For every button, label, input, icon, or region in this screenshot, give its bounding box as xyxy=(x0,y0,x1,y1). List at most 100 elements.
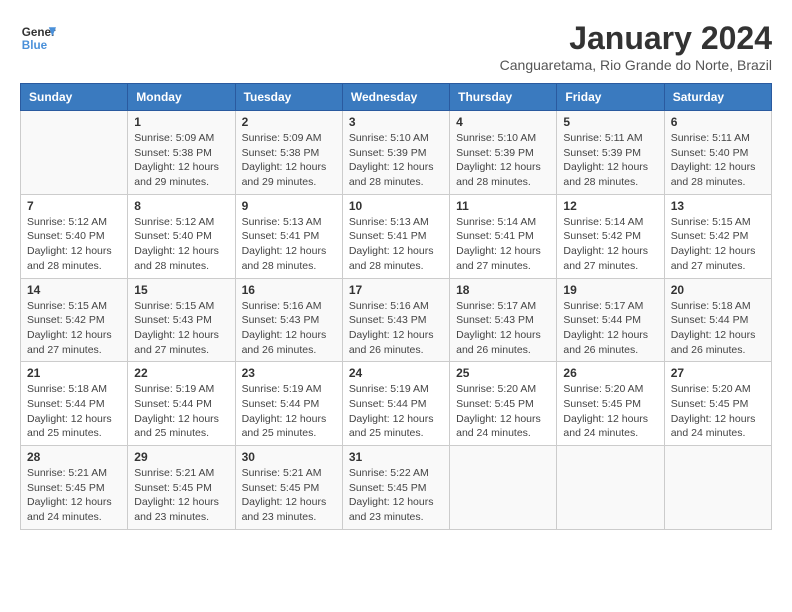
day-info: Sunrise: 5:15 AM Sunset: 5:43 PM Dayligh… xyxy=(134,299,228,358)
col-header-wednesday: Wednesday xyxy=(342,84,449,111)
calendar-cell: 25 Sunrise: 5:20 AM Sunset: 5:45 PM Dayli… xyxy=(450,362,557,446)
day-info: Sunrise: 5:11 AM Sunset: 5:40 PM Dayligh… xyxy=(671,131,765,190)
day-number: 30 xyxy=(242,450,336,464)
day-number: 25 xyxy=(456,366,550,380)
calendar-cell: 3Sunrise: 5:10 AM Sunset: 5:39 PM Daylig… xyxy=(342,111,449,195)
calendar-cell: 4 Sunrise: 5:10 AM Sunset: 5:39 PM Daylig… xyxy=(450,111,557,195)
calendar-cell: 28 Sunrise: 5:21 AM Sunset: 5:45 PM Dayli… xyxy=(21,446,128,530)
day-info: Sunrise: 5:10 AM Sunset: 5:39 PM Dayligh… xyxy=(349,131,443,190)
day-info: Sunrise: 5:09 AM Sunset: 5:38 PM Dayligh… xyxy=(242,131,336,190)
day-number: 5 xyxy=(563,115,657,129)
day-number: 9 xyxy=(242,199,336,213)
col-header-thursday: Thursday xyxy=(450,84,557,111)
calendar-cell xyxy=(664,446,771,530)
day-info: Sunrise: 5:20 AM Sunset: 5:45 PM Dayligh… xyxy=(671,382,765,441)
day-number: 15 xyxy=(134,283,228,297)
calendar-cell xyxy=(557,446,664,530)
calendar-cell: 29Sunrise: 5:21 AM Sunset: 5:45 PM Dayli… xyxy=(128,446,235,530)
calendar-week-row: 14 Sunrise: 5:15 AM Sunset: 5:42 PM Dayli… xyxy=(21,278,772,362)
calendar-cell: 1 Sunrise: 5:09 AM Sunset: 5:38 PM Daylig… xyxy=(128,111,235,195)
day-info: Sunrise: 5:12 AM Sunset: 5:40 PM Dayligh… xyxy=(27,215,121,274)
day-number: 21 xyxy=(27,366,121,380)
day-info: Sunrise: 5:15 AM Sunset: 5:42 PM Dayligh… xyxy=(27,299,121,358)
calendar-cell: 17Sunrise: 5:16 AM Sunset: 5:43 PM Dayli… xyxy=(342,278,449,362)
day-number: 6 xyxy=(671,115,765,129)
day-info: Sunrise: 5:14 AM Sunset: 5:41 PM Dayligh… xyxy=(456,215,550,274)
day-info: Sunrise: 5:21 AM Sunset: 5:45 PM Dayligh… xyxy=(134,466,228,525)
day-info: Sunrise: 5:20 AM Sunset: 5:45 PM Dayligh… xyxy=(456,382,550,441)
day-number: 4 xyxy=(456,115,550,129)
day-number: 1 xyxy=(134,115,228,129)
calendar-cell: 5 Sunrise: 5:11 AM Sunset: 5:39 PM Daylig… xyxy=(557,111,664,195)
day-info: Sunrise: 5:21 AM Sunset: 5:45 PM Dayligh… xyxy=(242,466,336,525)
day-info: Sunrise: 5:17 AM Sunset: 5:44 PM Dayligh… xyxy=(563,299,657,358)
calendar-week-row: 1 Sunrise: 5:09 AM Sunset: 5:38 PM Daylig… xyxy=(21,111,772,195)
calendar-table: SundayMondayTuesdayWednesdayThursdayFrid… xyxy=(20,83,772,530)
day-info: Sunrise: 5:17 AM Sunset: 5:43 PM Dayligh… xyxy=(456,299,550,358)
day-info: Sunrise: 5:18 AM Sunset: 5:44 PM Dayligh… xyxy=(671,299,765,358)
calendar-cell: 19 Sunrise: 5:17 AM Sunset: 5:44 PM Dayli… xyxy=(557,278,664,362)
day-info: Sunrise: 5:19 AM Sunset: 5:44 PM Dayligh… xyxy=(242,382,336,441)
day-number: 16 xyxy=(242,283,336,297)
day-number: 19 xyxy=(563,283,657,297)
day-number: 31 xyxy=(349,450,443,464)
day-info: Sunrise: 5:10 AM Sunset: 5:39 PM Dayligh… xyxy=(456,131,550,190)
calendar-week-row: 21 Sunrise: 5:18 AM Sunset: 5:44 PM Dayli… xyxy=(21,362,772,446)
day-number: 18 xyxy=(456,283,550,297)
svg-text:Blue: Blue xyxy=(22,39,48,52)
col-header-sunday: Sunday xyxy=(21,84,128,111)
day-info: Sunrise: 5:20 AM Sunset: 5:45 PM Dayligh… xyxy=(563,382,657,441)
calendar-cell: 11Sunrise: 5:14 AM Sunset: 5:41 PM Dayli… xyxy=(450,194,557,278)
day-number: 10 xyxy=(349,199,443,213)
day-info: Sunrise: 5:14 AM Sunset: 5:42 PM Dayligh… xyxy=(563,215,657,274)
day-info: Sunrise: 5:13 AM Sunset: 5:41 PM Dayligh… xyxy=(349,215,443,274)
day-info: Sunrise: 5:19 AM Sunset: 5:44 PM Dayligh… xyxy=(349,382,443,441)
col-header-monday: Monday xyxy=(128,84,235,111)
day-info: Sunrise: 5:09 AM Sunset: 5:38 PM Dayligh… xyxy=(134,131,228,190)
day-number: 23 xyxy=(242,366,336,380)
day-info: Sunrise: 5:16 AM Sunset: 5:43 PM Dayligh… xyxy=(242,299,336,358)
day-info: Sunrise: 5:21 AM Sunset: 5:45 PM Dayligh… xyxy=(27,466,121,525)
calendar-week-row: 28 Sunrise: 5:21 AM Sunset: 5:45 PM Dayli… xyxy=(21,446,772,530)
day-info: Sunrise: 5:11 AM Sunset: 5:39 PM Dayligh… xyxy=(563,131,657,190)
calendar-header-row: SundayMondayTuesdayWednesdayThursdayFrid… xyxy=(21,84,772,111)
calendar-cell: 10 Sunrise: 5:13 AM Sunset: 5:41 PM Dayli… xyxy=(342,194,449,278)
day-info: Sunrise: 5:12 AM Sunset: 5:40 PM Dayligh… xyxy=(134,215,228,274)
calendar-cell: 6 Sunrise: 5:11 AM Sunset: 5:40 PM Daylig… xyxy=(664,111,771,195)
calendar-cell xyxy=(21,111,128,195)
calendar-cell: 7 Sunrise: 5:12 AM Sunset: 5:40 PM Daylig… xyxy=(21,194,128,278)
day-number: 14 xyxy=(27,283,121,297)
calendar-week-row: 7 Sunrise: 5:12 AM Sunset: 5:40 PM Daylig… xyxy=(21,194,772,278)
calendar-cell: 22Sunrise: 5:19 AM Sunset: 5:44 PM Dayli… xyxy=(128,362,235,446)
day-number: 7 xyxy=(27,199,121,213)
logo-icon: General Blue xyxy=(20,20,56,56)
day-number: 28 xyxy=(27,450,121,464)
day-info: Sunrise: 5:18 AM Sunset: 5:44 PM Dayligh… xyxy=(27,382,121,441)
calendar-cell: 21 Sunrise: 5:18 AM Sunset: 5:44 PM Dayli… xyxy=(21,362,128,446)
day-number: 12 xyxy=(563,199,657,213)
day-number: 8 xyxy=(134,199,228,213)
location-title: Canguaretama, Rio Grande do Norte, Brazi… xyxy=(500,57,772,73)
title-block: January 2024 Canguaretama, Rio Grande do… xyxy=(500,20,772,73)
calendar-cell: 16 Sunrise: 5:16 AM Sunset: 5:43 PM Dayli… xyxy=(235,278,342,362)
calendar-cell: 14 Sunrise: 5:15 AM Sunset: 5:42 PM Dayli… xyxy=(21,278,128,362)
calendar-cell: 30 Sunrise: 5:21 AM Sunset: 5:45 PM Dayli… xyxy=(235,446,342,530)
calendar-cell: 8 Sunrise: 5:12 AM Sunset: 5:40 PM Daylig… xyxy=(128,194,235,278)
calendar-cell: 15 Sunrise: 5:15 AM Sunset: 5:43 PM Dayli… xyxy=(128,278,235,362)
day-info: Sunrise: 5:13 AM Sunset: 5:41 PM Dayligh… xyxy=(242,215,336,274)
day-info: Sunrise: 5:19 AM Sunset: 5:44 PM Dayligh… xyxy=(134,382,228,441)
col-header-tuesday: Tuesday xyxy=(235,84,342,111)
calendar-cell: 31 Sunrise: 5:22 AM Sunset: 5:45 PM Dayli… xyxy=(342,446,449,530)
calendar-cell: 18 Sunrise: 5:17 AM Sunset: 5:43 PM Dayli… xyxy=(450,278,557,362)
calendar-cell: 23 Sunrise: 5:19 AM Sunset: 5:44 PM Dayli… xyxy=(235,362,342,446)
day-number: 2 xyxy=(242,115,336,129)
day-number: 20 xyxy=(671,283,765,297)
day-info: Sunrise: 5:15 AM Sunset: 5:42 PM Dayligh… xyxy=(671,215,765,274)
day-info: Sunrise: 5:22 AM Sunset: 5:45 PM Dayligh… xyxy=(349,466,443,525)
day-number: 13 xyxy=(671,199,765,213)
calendar-cell: 26Sunrise: 5:20 AM Sunset: 5:45 PM Dayli… xyxy=(557,362,664,446)
page-header: General Blue January 2024 Canguaretama, … xyxy=(20,20,772,73)
calendar-cell: 2 Sunrise: 5:09 AM Sunset: 5:38 PM Daylig… xyxy=(235,111,342,195)
calendar-cell: 24Sunrise: 5:19 AM Sunset: 5:44 PM Dayli… xyxy=(342,362,449,446)
calendar-cell: 20 Sunrise: 5:18 AM Sunset: 5:44 PM Dayli… xyxy=(664,278,771,362)
